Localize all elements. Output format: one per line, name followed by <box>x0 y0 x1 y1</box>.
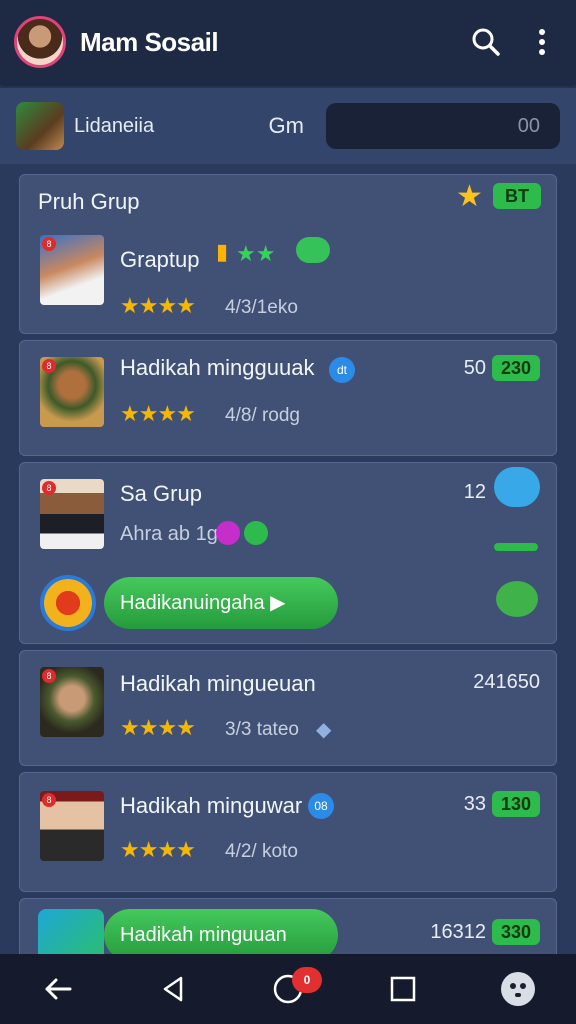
rating-text: 4/8/ rodg <box>225 405 300 426</box>
group-subtitle: Ahra ab 1g <box>120 523 218 545</box>
back-triangle-icon[interactable] <box>149 965 197 1013</box>
member-count: 241650 <box>473 671 540 693</box>
group-badge: BT <box>493 183 541 209</box>
system-nav-bar: 0 <box>0 954 576 1024</box>
rating-text: 4/3/1eko <box>225 297 298 318</box>
map-pin-icon[interactable] <box>496 581 538 617</box>
filter-input[interactable]: 00 <box>326 103 560 149</box>
group-card[interactable]: 8 Hadikah minguwar 08 33 130 ★★★★ 4/2/ k… <box>19 772 557 892</box>
group-list: Pruh Grup ★ BT 8 Graptup ▮ ★★ ★★★★ 4/3/1… <box>0 164 576 954</box>
group-card[interactable]: 8 Sa Grup Ahra ab 1g 12 Hadikanuingaha ▶ <box>19 462 557 644</box>
group-thumbnail[interactable]: 8 <box>40 357 104 427</box>
member-count: 33 <box>463 793 486 815</box>
join-group-button[interactable]: Hadikah minguuan <box>104 909 338 954</box>
assistant-icon[interactable] <box>494 965 542 1013</box>
group-tag-badge: 08 <box>308 793 334 819</box>
back-arrow-icon[interactable] <box>34 965 82 1013</box>
chat-icon <box>296 237 330 263</box>
group-name: Sa Grup <box>120 481 202 506</box>
section-title: Pruh Grup <box>38 189 140 214</box>
filter-bar: Lidaneiia Gm 00 <box>0 88 576 164</box>
filter-gm-label: Gm <box>268 113 304 138</box>
group-thumbnail[interactable]: 8 <box>40 235 104 305</box>
filter-avatar[interactable] <box>16 102 64 150</box>
more-options-icon[interactable] <box>522 22 562 62</box>
group-card[interactable]: Pruh Grup ★ BT 8 Graptup ▮ ★★ ★★★★ 4/3/1… <box>19 174 557 334</box>
app-title: Mam Sosail <box>80 26 219 57</box>
app-bar: Mam Sosail <box>0 0 576 84</box>
group-thumbnail[interactable]: 8 <box>40 479 104 549</box>
group-badge: 230 <box>492 355 540 381</box>
rating-text: 3/3 tateo <box>225 719 299 740</box>
star-icon: ★ <box>456 180 483 213</box>
group-card[interactable]: 8 Hadikah mingueuan 241650 ★★★★ 3/3 tate… <box>19 650 557 766</box>
diamond-icon: ◆ <box>316 719 332 741</box>
star-icon: ★★ <box>236 241 276 266</box>
group-name: Graptup <box>120 247 200 272</box>
chat-icon <box>244 521 268 545</box>
group-card[interactable]: Hadikah minguuan 16312 330 <box>19 898 557 954</box>
group-card[interactable]: 8 Hadikah mingguuak dt 50 230 ★★★★ 4/8/ … <box>19 340 557 456</box>
group-thumbnail[interactable] <box>38 909 104 954</box>
member-count: 16312 <box>430 921 486 943</box>
home-circle-icon[interactable]: 0 <box>264 965 322 1013</box>
group-thumbnail[interactable]: 8 <box>40 667 104 737</box>
filter-label: Lidaneiia <box>74 114 155 137</box>
compass-icon[interactable] <box>40 575 96 631</box>
ball-icon <box>216 521 240 545</box>
recents-square-icon[interactable] <box>379 965 427 1013</box>
member-count: 50 <box>463 357 486 379</box>
group-thumbnail[interactable]: 8 <box>40 791 104 861</box>
search-icon[interactable] <box>466 22 506 62</box>
rating-stars: ★★★★ <box>120 293 196 318</box>
group-badge: 330 <box>492 919 540 945</box>
group-tag-badge: dt <box>329 357 355 383</box>
rating-text: 4/2/ koto <box>225 841 298 862</box>
rating-stars: ★★★★ <box>120 401 196 426</box>
progress-indicator <box>494 543 538 551</box>
group-badge: 130 <box>492 791 540 817</box>
group-name: Hadikah mingueuan <box>120 671 316 696</box>
member-count: 12 <box>463 481 486 503</box>
trophy-icon: ▮ <box>216 239 229 264</box>
profile-avatar[interactable] <box>14 16 66 68</box>
group-name: Hadikah mingguuak <box>120 355 315 380</box>
rating-stars: ★★★★ <box>120 715 196 740</box>
join-group-button[interactable]: Hadikanuingaha ▶ <box>104 577 338 629</box>
rating-stars: ★★★★ <box>120 837 196 862</box>
group-name: Hadikah minguwar <box>120 793 303 818</box>
weather-icon <box>494 467 540 507</box>
notification-badge: 0 <box>291 967 322 993</box>
